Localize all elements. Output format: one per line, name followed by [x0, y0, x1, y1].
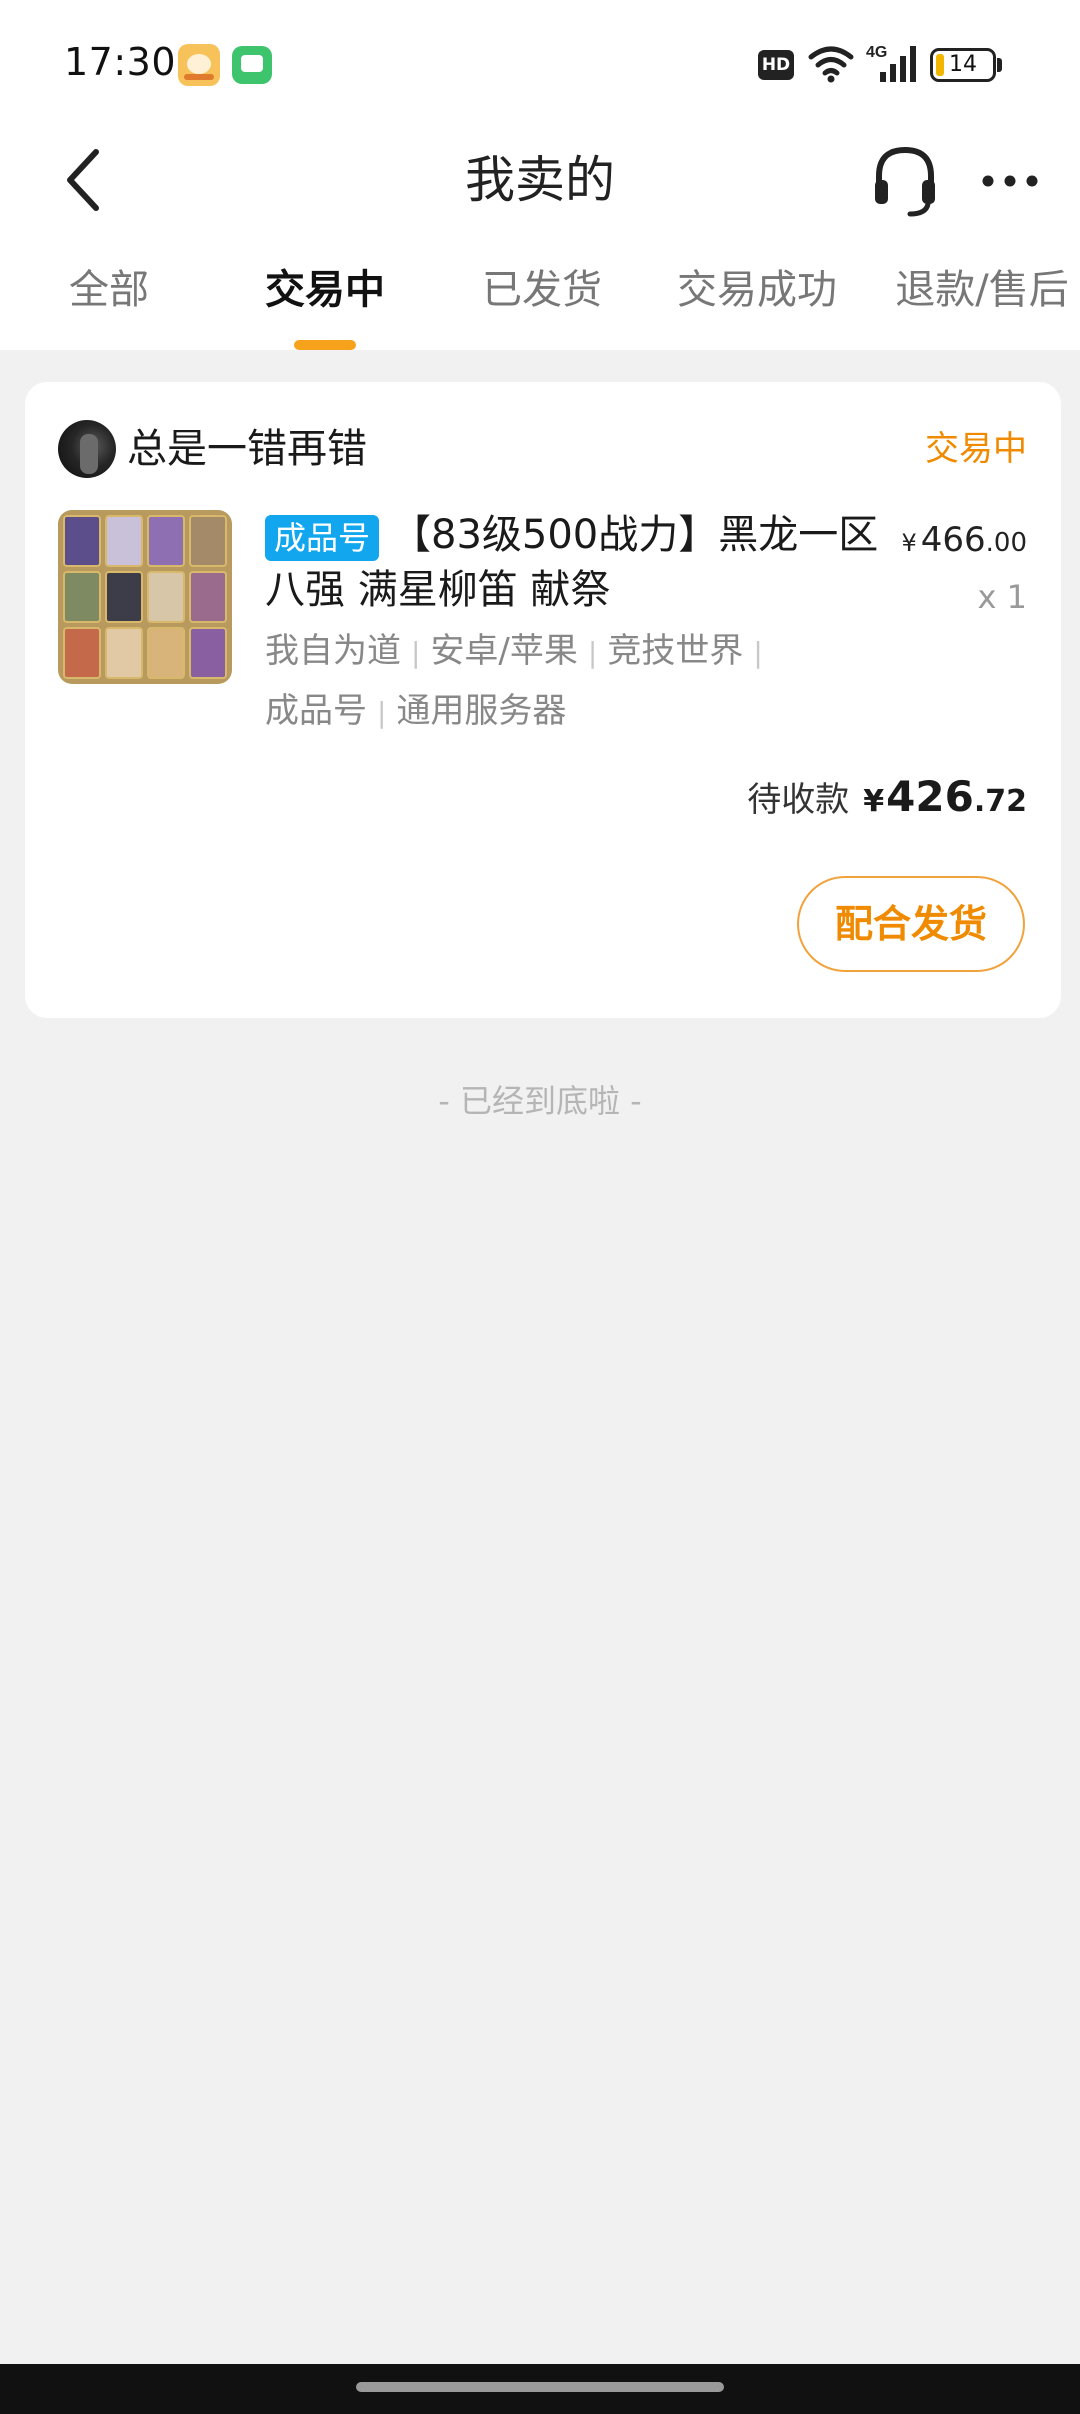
price-integer: 466: [920, 520, 986, 560]
headset-icon[interactable]: [870, 142, 940, 218]
product-type-badge: 成品号: [265, 515, 379, 561]
tag: 成品号: [265, 691, 367, 731]
tag: 安卓/苹果: [430, 631, 578, 671]
order-tabs: 全部 交易中 已发货 交易成功 退款/售后: [0, 240, 1080, 350]
order-card[interactable]: 总是一错再错 交易中 【83级500战力】黑龙一区八强 满星柳笛 献祭 成品号 …: [25, 382, 1061, 1018]
status-bar: 17:30 HD 4G 14: [0, 0, 1080, 130]
unit-price: ¥466.00: [901, 520, 1027, 560]
tag: 通用服务器: [396, 691, 567, 731]
network-type-label: 4G: [866, 44, 887, 61]
system-navigation-bar: [0, 2364, 1080, 2414]
buyer-avatar[interactable]: [58, 420, 116, 478]
order-status: 交易中: [925, 429, 1027, 469]
assist-shipping-button[interactable]: 配合发货: [797, 876, 1025, 972]
receivable-integer: 426: [886, 772, 974, 821]
status-time: 17:30: [64, 40, 177, 84]
tab-refund-aftersale[interactable]: 退款/售后: [884, 240, 1080, 340]
receivable-decimal: .72: [973, 784, 1027, 819]
navigation-bar: 我卖的: [0, 120, 1080, 240]
receivable-amount-row: 待收款 ¥426.72: [747, 772, 1027, 821]
tag-separator: |: [753, 636, 763, 669]
price-currency: ¥: [901, 529, 917, 557]
tab-shipped[interactable]: 已发货: [472, 240, 612, 340]
tag-separator: |: [377, 696, 387, 729]
tag-separator: |: [411, 636, 421, 669]
active-tab-indicator: [294, 340, 356, 350]
tag: 我自为道: [265, 631, 401, 671]
battery-level: 14: [949, 52, 977, 77]
tab-all[interactable]: 全部: [40, 240, 178, 340]
hd-icon: HD: [758, 50, 794, 80]
message-app-icon: [232, 46, 272, 84]
quantity: x 1: [977, 578, 1027, 616]
price-decimal: .00: [985, 528, 1027, 558]
battery-tip: [997, 58, 1002, 72]
end-of-list-text: - 已经到底啦 -: [438, 1082, 642, 1120]
back-arrow-icon[interactable]: [56, 140, 116, 220]
battery-icon: 14: [930, 48, 996, 82]
game-app-icon: [178, 44, 220, 86]
wifi-icon: [808, 46, 854, 83]
cellular-signal-icon: 4G: [866, 44, 916, 82]
home-indicator[interactable]: [356, 2382, 724, 2392]
tab-completed[interactable]: 交易成功: [670, 240, 844, 340]
tab-in-transaction[interactable]: 交易中: [255, 240, 395, 340]
product-tags: 我自为道 | 安卓/苹果 | 竞技世界 | 成品号 | 通用服务器: [265, 622, 825, 742]
receivable-label: 待收款: [747, 780, 850, 820]
receivable-currency: ¥: [863, 784, 885, 819]
product-thumbnail[interactable]: [58, 510, 232, 684]
receivable-amount: ¥426.72: [863, 772, 1027, 821]
tag-separator: |: [587, 636, 598, 669]
more-dots-icon[interactable]: [978, 156, 1042, 206]
tag: 竞技世界: [607, 631, 744, 671]
buyer-name[interactable]: 总是一错再错: [127, 420, 367, 478]
